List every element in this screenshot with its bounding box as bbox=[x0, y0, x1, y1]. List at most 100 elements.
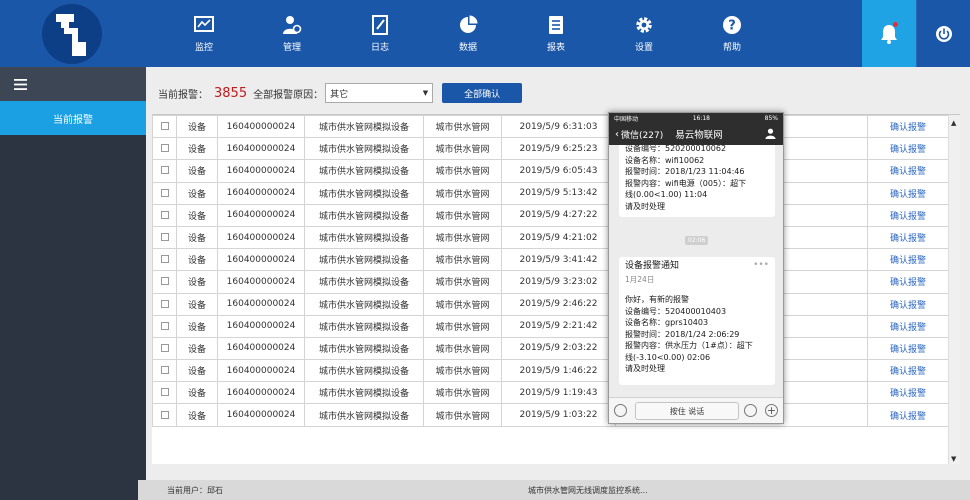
row-checkbox-cell bbox=[152, 292, 177, 316]
row-checkbox[interactable] bbox=[160, 388, 169, 397]
chat-title: 易云物联网 bbox=[675, 130, 723, 141]
table-row: 设备 160400000024 城市供水管网模拟设备 城市供水管网 2019/5/9 3… bbox=[152, 270, 949, 294]
back-chevron-icon[interactable]: ‹ bbox=[615, 129, 619, 140]
confirm-alarm-link[interactable]: 确认报警 bbox=[867, 270, 949, 294]
confirm-alarm-link[interactable]: 确认报警 bbox=[867, 137, 949, 161]
confirm-alarm-link[interactable]: 确认报警 bbox=[867, 403, 949, 427]
main-content: 当前报警： 3855 全部报警原因： 其它 ▼ 全部确认 设备 160400000… bbox=[146, 67, 970, 480]
cell-network: 城市供水管网 bbox=[423, 203, 502, 227]
cell-time: 2019/5/9 6:05:43 bbox=[501, 159, 616, 183]
notification-bell-button[interactable] bbox=[862, 0, 916, 67]
sidebar-item-current-alarm[interactable]: 当前报警 bbox=[0, 101, 146, 135]
menu-toggle-button[interactable] bbox=[0, 67, 146, 101]
table-row: 设备 160400000024 城市供水管网模拟设备 城市供水管网 2019/5/9 6… bbox=[152, 159, 949, 183]
cell-name: 城市供水管网模拟设备 bbox=[304, 181, 424, 205]
emoji-icon[interactable] bbox=[744, 404, 757, 417]
row-checkbox[interactable] bbox=[160, 299, 169, 308]
person-icon[interactable] bbox=[765, 128, 776, 139]
log-book-icon bbox=[372, 14, 388, 35]
row-checkbox[interactable] bbox=[160, 255, 169, 264]
row-checkbox[interactable] bbox=[160, 343, 169, 352]
reason-select[interactable]: 其它 ▼ bbox=[325, 83, 434, 103]
keyboard-icon[interactable] bbox=[614, 404, 627, 417]
confirm-alarm-link[interactable]: 确认报警 bbox=[867, 314, 949, 338]
nav-help[interactable]: ? 帮助 bbox=[688, 0, 776, 67]
monitor-chart-icon bbox=[194, 15, 214, 32]
cell-name: 城市供水管网模拟设备 bbox=[304, 314, 424, 338]
plus-icon[interactable]: + bbox=[765, 404, 778, 417]
row-checkbox[interactable] bbox=[160, 410, 169, 419]
row-checkbox-cell bbox=[152, 159, 177, 183]
sidebar-item-label: 当前报警 bbox=[53, 114, 93, 126]
alarm-count: 3855 bbox=[214, 85, 248, 101]
row-checkbox[interactable] bbox=[160, 233, 169, 242]
top-navigation-bar: 监控 管理 日志 数据 报表 设置 ? 帮助 bbox=[0, 0, 970, 67]
confirm-alarm-link[interactable]: 确认报警 bbox=[867, 248, 949, 272]
reason-label: 全部报警原因： bbox=[253, 89, 324, 101]
card-line: 设备名称：gprs10403 bbox=[625, 318, 709, 327]
nav-report[interactable]: 报表 bbox=[512, 0, 600, 67]
row-checkbox[interactable] bbox=[160, 210, 169, 219]
back-label[interactable]: 微信(227) bbox=[621, 128, 663, 141]
nav-manage[interactable]: 管理 bbox=[248, 0, 336, 67]
row-checkbox[interactable] bbox=[160, 166, 169, 175]
hold-to-talk-button[interactable]: 按住 说话 bbox=[635, 402, 739, 420]
notification-dot bbox=[893, 22, 898, 27]
row-checkbox[interactable] bbox=[160, 144, 169, 153]
cell-name: 城市供水管网模拟设备 bbox=[304, 225, 424, 250]
main-nav: 监控 管理 日志 数据 报表 设置 ? 帮助 bbox=[160, 0, 776, 67]
confirm-alarm-link[interactable]: 确认报警 bbox=[867, 181, 949, 205]
alarm-message-card[interactable]: 设备编号：520200010062 设备名称：wifi10062 报警时间：20… bbox=[619, 145, 775, 217]
cell-type: 设备 bbox=[176, 381, 218, 405]
report-list-icon bbox=[549, 15, 563, 34]
scroll-up-arrow-icon[interactable]: ▲ bbox=[951, 119, 956, 127]
confirm-all-button[interactable]: 全部确认 bbox=[442, 83, 523, 103]
card-line: 请及时处理 bbox=[625, 201, 665, 211]
nav-monitor[interactable]: 监控 bbox=[160, 0, 248, 67]
chevron-down-icon: ▼ bbox=[422, 89, 429, 97]
confirm-alarm-link[interactable]: 确认报警 bbox=[867, 336, 949, 361]
scroll-down-arrow-icon[interactable]: ▼ bbox=[951, 455, 956, 463]
cell-type: 设备 bbox=[176, 203, 218, 227]
cell-time: 2019/5/9 5:13:42 bbox=[501, 181, 616, 205]
table-scrollbar[interactable]: ▲ ▼ bbox=[948, 115, 960, 464]
row-checkbox[interactable] bbox=[160, 277, 169, 286]
cell-id: 160400000024 bbox=[217, 181, 305, 205]
confirm-alarm-link[interactable]: 确认报警 bbox=[867, 203, 949, 227]
alarm-notification-card[interactable]: ••• 设备报警通知 1月24日 你好，有新的报警 设备编号：520400010… bbox=[619, 257, 775, 385]
confirm-alarm-link[interactable]: 确认报警 bbox=[867, 115, 949, 139]
row-checkbox[interactable] bbox=[160, 122, 169, 131]
card-title: 设备报警通知 bbox=[625, 261, 680, 271]
cell-id: 160400000024 bbox=[217, 248, 305, 272]
cell-time: 2019/5/9 1:03:22 bbox=[501, 403, 616, 427]
cell-network: 城市供水管网 bbox=[423, 115, 502, 139]
confirm-alarm-link[interactable]: 确认报警 bbox=[867, 159, 949, 183]
cell-name: 城市供水管网模拟设备 bbox=[304, 115, 424, 139]
row-checkbox[interactable] bbox=[160, 366, 169, 375]
table-row: 设备 160400000024 城市供水管网模拟设备 城市供水管网 2019/5/9 6… bbox=[152, 137, 949, 161]
confirm-alarm-link[interactable]: 确认报警 bbox=[867, 359, 949, 383]
confirm-alarm-link[interactable]: 确认报警 bbox=[867, 225, 949, 250]
current-alarm-label: 当前报警： bbox=[158, 89, 208, 101]
nav-data[interactable]: 数据 bbox=[424, 0, 512, 67]
cell-time: 2019/5/9 6:31:03 bbox=[501, 115, 616, 139]
cell-id: 160400000024 bbox=[217, 225, 305, 250]
card-line: 报警时间：2018/1/24 2:06:29 bbox=[625, 329, 740, 339]
message-time-chip: 02:06 bbox=[685, 236, 709, 245]
hamburger-icon bbox=[14, 78, 27, 90]
cell-time: 2019/5/9 1:46:22 bbox=[501, 359, 616, 383]
table-row: 设备 160400000024 城市供水管网模拟设备 城市供水管网 2019/5/9 1… bbox=[152, 381, 949, 405]
nav-settings[interactable]: 设置 bbox=[600, 0, 688, 67]
battery: 85% bbox=[764, 114, 778, 122]
cell-type: 设备 bbox=[176, 137, 218, 161]
nav-log[interactable]: 日志 bbox=[336, 0, 424, 67]
row-checkbox[interactable] bbox=[160, 321, 169, 330]
confirm-alarm-link[interactable]: 确认报警 bbox=[867, 381, 949, 405]
row-checkbox[interactable] bbox=[160, 188, 169, 197]
confirm-alarm-link[interactable]: 确认报警 bbox=[867, 292, 949, 316]
cell-network: 城市供水管网 bbox=[423, 270, 502, 294]
logout-button[interactable] bbox=[916, 0, 970, 67]
cell-type: 设备 bbox=[176, 359, 218, 383]
more-icon[interactable]: ••• bbox=[753, 260, 769, 272]
cell-time: 2019/5/9 1:19:43 bbox=[501, 381, 616, 405]
